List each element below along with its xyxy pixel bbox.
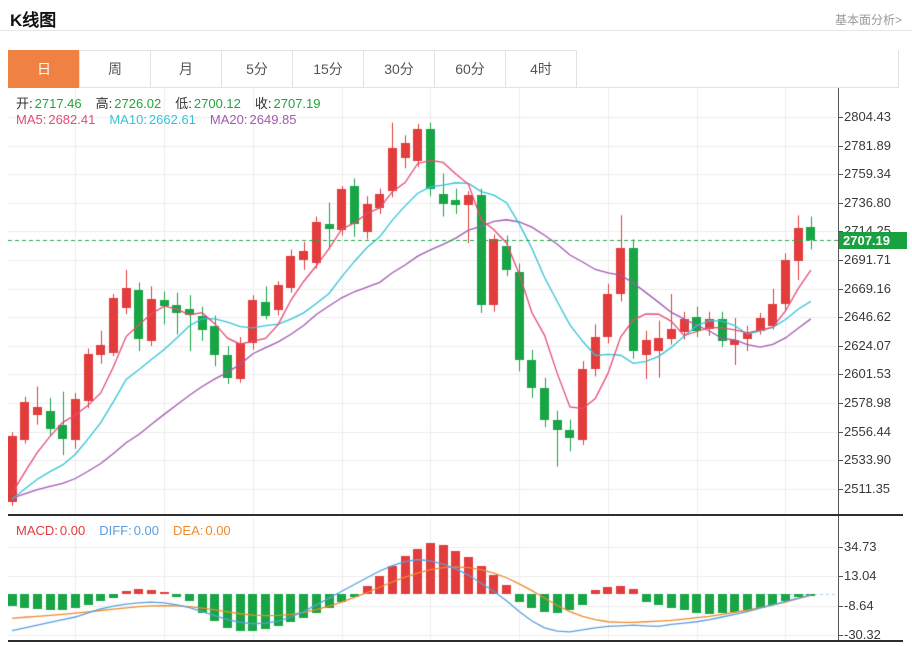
price-axis-label: 2781.89 [844,138,891,153]
ma-legend-item: MA10:2662.61 [109,112,196,127]
price-axis-label: 2601.53 [844,366,891,381]
tab-月[interactable]: 月 [150,50,222,88]
price-axis-label: 2624.07 [844,338,891,353]
macd-legend-item: DIFF:0.00 [99,523,159,538]
tab-bar-filler [577,50,899,88]
kline-widget: K线图 基本面分析> 日周月5分15分30分60分4时 开:2717.46 高:2… [0,0,912,646]
price-axis-label: 2556.44 [844,424,891,439]
macd-axis-label: 34.73 [844,539,877,554]
ohlc-legend: 开:2717.46 高:2726.02 低:2700.12 收:2707.19 [16,93,335,112]
price-axis-label: 2669.16 [844,281,891,296]
macd-axis-label: 13.04 [844,568,877,583]
tab-5分[interactable]: 5分 [221,50,293,88]
ma-legend-item: MA5:2682.41 [16,112,95,127]
price-axis-label: 2511.35 [844,481,890,496]
price-axis-label: 2759.34 [844,166,891,181]
page-title: K线图 [10,6,56,31]
macd-axis-label: -8.64 [844,598,874,613]
price-axis-label: 2736.80 [844,195,891,210]
macd-legend-item: DEA:0.00 [173,523,231,538]
panel-separator [8,514,903,516]
tab-4时[interactable]: 4时 [505,50,577,88]
interval-tab-bar: 日周月5分15分30分60分4时 [8,50,899,88]
ma-legend: MA5:2682.41 MA10:2662.61 MA20:2649.85 [16,112,311,127]
current-price-badge: 2707.19 [839,232,907,249]
ma-legend-item: MA20:2649.85 [210,112,297,127]
price-axis-label: 2533.90 [844,452,891,467]
tab-周[interactable]: 周 [79,50,151,88]
macd-axis-labels: 34.7313.04-8.64-30.32 [843,518,912,639]
header-divider [0,30,912,31]
price-axis-labels: 2804.432781.892759.342736.802714.252691.… [843,88,912,516]
macd-legend: MACD:0.00 DIFF:0.00 DEA:0.00 [16,523,245,538]
tab-日[interactable]: 日 [8,50,80,88]
macd-legend-item: MACD:0.00 [16,523,85,538]
price-axis-line [838,88,839,642]
price-axis-label: 2646.62 [844,309,891,324]
ohlc-legend-item: 高:2726.02 [96,96,162,111]
ohlc-legend-item: 收:2707.19 [255,96,321,111]
ohlc-legend-item: 低:2700.12 [175,96,241,111]
candlestick-chart-canvas[interactable] [8,88,838,516]
fundamental-analysis-link[interactable]: 基本面分析> [835,11,902,28]
tab-15分[interactable]: 15分 [292,50,364,88]
bottom-border [8,640,903,642]
tab-60分[interactable]: 60分 [434,50,506,88]
price-axis-label: 2804.43 [844,109,891,124]
tab-30分[interactable]: 30分 [363,50,435,88]
ohlc-legend-item: 开:2717.46 [16,96,82,111]
price-axis-label: 2691.71 [844,252,891,267]
price-axis-label: 2578.98 [844,395,891,410]
